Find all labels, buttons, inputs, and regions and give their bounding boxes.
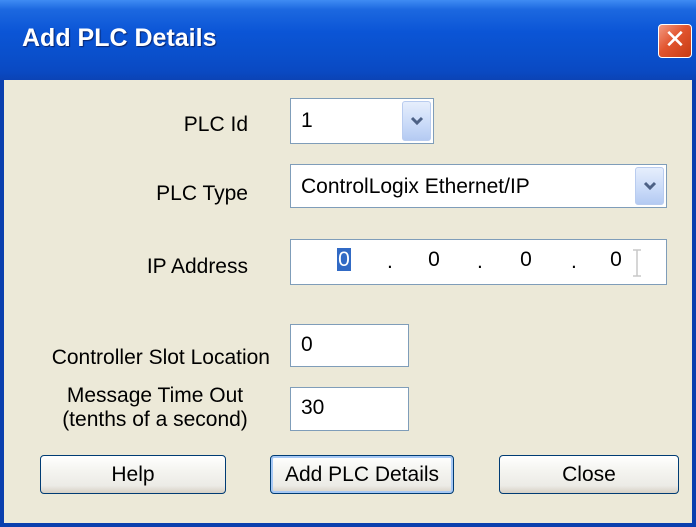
window-title: Add PLC Details bbox=[22, 24, 217, 52]
ip-octet-1[interactable]: 0 bbox=[329, 248, 359, 272]
ip-separator: . bbox=[571, 250, 577, 273]
ip-address-label: IP Address bbox=[146, 255, 248, 278]
plc-type-value: ControlLogix Ethernet/IP bbox=[301, 175, 530, 198]
timeout-label-line1: Message Time Out bbox=[66, 384, 244, 407]
chevron-down-icon bbox=[410, 116, 424, 126]
plc-id-label: PLC Id bbox=[183, 113, 248, 136]
ip-separator: . bbox=[477, 250, 483, 273]
ip-separator: . bbox=[387, 250, 393, 273]
plc-id-dropdown-button[interactable] bbox=[402, 101, 431, 141]
close-window-button[interactable]: ✕ bbox=[658, 24, 692, 58]
ip-octet-4[interactable]: 0 bbox=[601, 248, 631, 272]
ip-octet-3[interactable]: 0 bbox=[511, 248, 541, 272]
timeout-input[interactable]: 30 bbox=[290, 387, 409, 431]
add-plc-details-button[interactable]: Add PLC Details bbox=[270, 455, 454, 494]
slot-label: Controller Slot Location bbox=[51, 346, 270, 369]
plc-id-select[interactable]: 1 bbox=[290, 98, 434, 144]
help-button[interactable]: Help bbox=[40, 455, 226, 494]
text-cursor-icon bbox=[633, 249, 641, 277]
close-button[interactable]: Close bbox=[499, 455, 679, 494]
close-icon: ✕ bbox=[664, 25, 686, 55]
ip-address-field[interactable]: 0 . 0 . 0 . 0 bbox=[290, 239, 667, 285]
timeout-label-line2: (tenths of a second) bbox=[62, 408, 248, 431]
plc-type-select[interactable]: ControlLogix Ethernet/IP bbox=[290, 164, 667, 208]
timeout-value: 30 bbox=[301, 396, 325, 419]
slot-value: 0 bbox=[301, 333, 313, 356]
plc-type-label: PLC Type bbox=[156, 182, 248, 205]
ip-octet-2[interactable]: 0 bbox=[419, 248, 449, 272]
title-bar[interactable]: Add PLC Details ✕ bbox=[0, 0, 696, 80]
chevron-down-icon bbox=[643, 181, 657, 191]
slot-input[interactable]: 0 bbox=[290, 324, 409, 367]
plc-type-dropdown-button[interactable] bbox=[635, 167, 664, 205]
plc-id-value: 1 bbox=[301, 109, 313, 132]
